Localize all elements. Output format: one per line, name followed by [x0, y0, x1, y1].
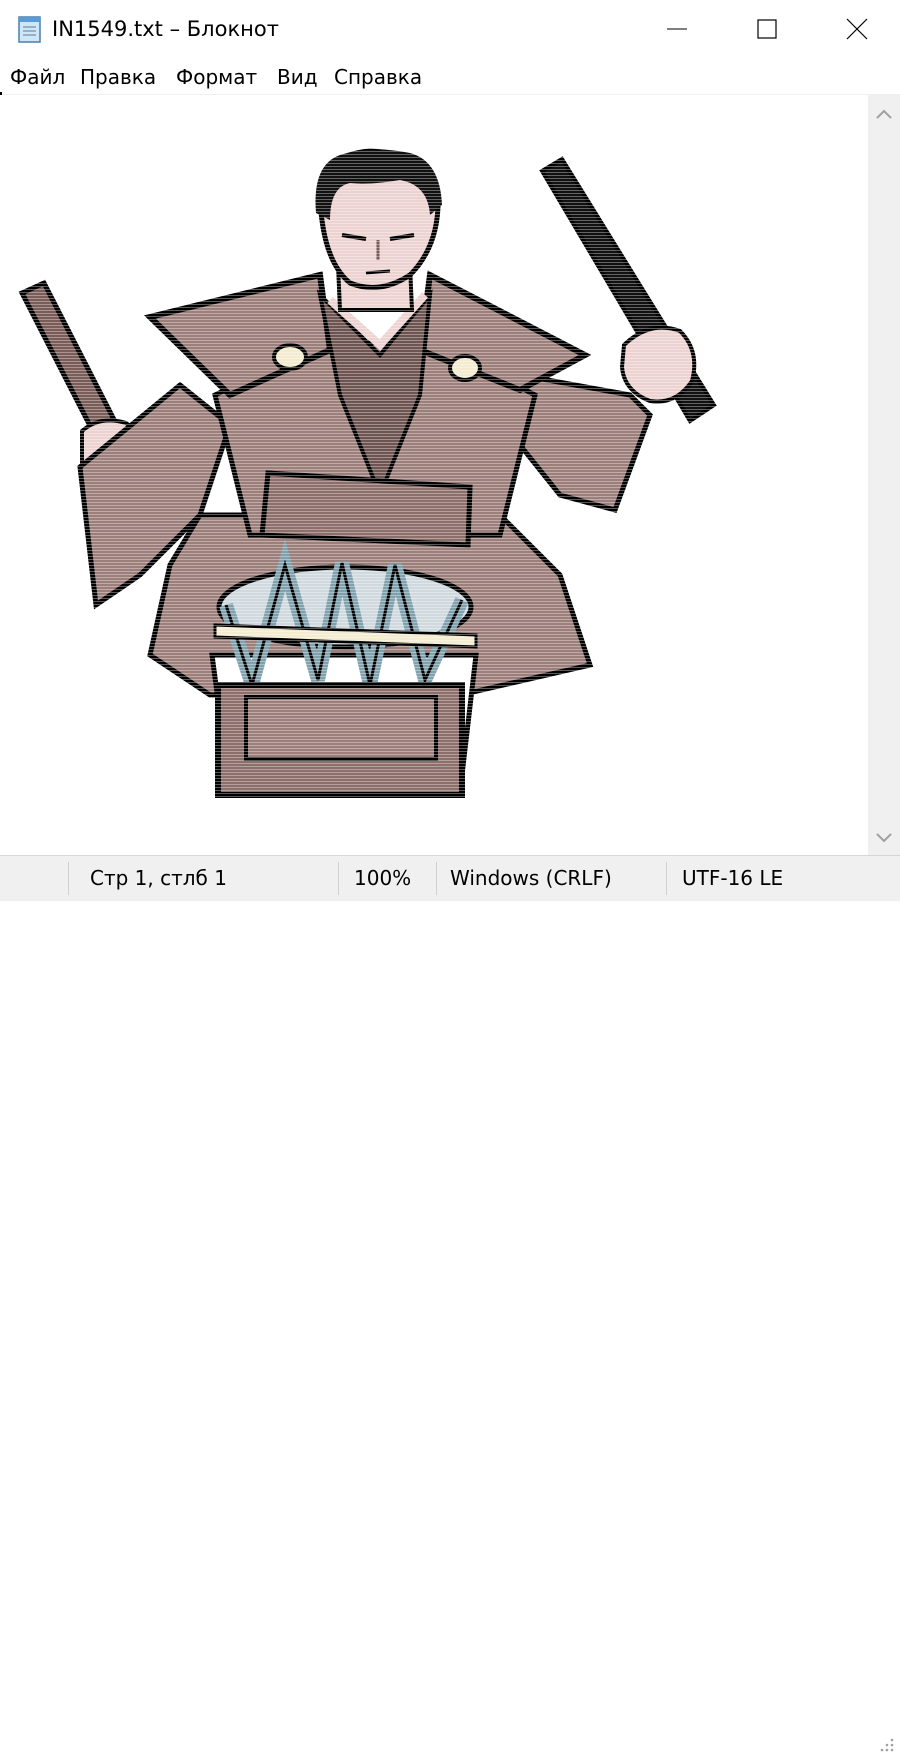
vertical-scrollbar[interactable] — [868, 95, 900, 855]
status-separator — [338, 862, 339, 895]
menu-view[interactable]: Вид — [277, 62, 318, 92]
maximize-icon — [757, 19, 777, 39]
close-button[interactable] — [812, 0, 900, 58]
maximize-button[interactable] — [722, 0, 812, 58]
chevron-up-icon — [876, 109, 892, 119]
status-separator — [68, 862, 69, 895]
minimize-button[interactable] — [632, 0, 722, 58]
title-bar[interactable]: IN1549.txt – Блокнот — [0, 0, 900, 58]
minimize-icon — [667, 28, 687, 30]
status-separator — [436, 862, 437, 895]
menu-help[interactable]: Справка — [334, 62, 422, 92]
scroll-down-button[interactable] — [868, 824, 900, 852]
status-separator — [666, 862, 667, 895]
chevron-down-icon — [876, 833, 892, 843]
status-zoom: 100% — [354, 866, 412, 890]
status-bar: Стр 1, стлб 1 100% Windows (CRLF) UTF-16… — [0, 855, 900, 1752]
menu-format[interactable]: Формат — [176, 62, 257, 92]
status-cursor-position: Стр 1, стлб 1 — [90, 866, 227, 890]
menu-edit[interactable]: Правка — [80, 62, 156, 92]
close-icon — [846, 18, 868, 40]
scroll-up-button[interactable] — [868, 100, 900, 128]
notepad-icon — [18, 16, 41, 43]
window-title: IN1549.txt – Блокнот — [52, 17, 279, 41]
menu-file[interactable]: Файл — [10, 62, 65, 92]
ascii-art-drummer — [0, 95, 868, 855]
text-editor-area[interactable] — [0, 95, 868, 855]
menu-bar: Файл Правка Формат Вид Справка — [0, 58, 900, 95]
resize-grip-icon[interactable] — [876, 1734, 896, 1754]
status-encoding: UTF-16 LE — [682, 866, 784, 890]
status-line-ending: Windows (CRLF) — [450, 866, 612, 890]
